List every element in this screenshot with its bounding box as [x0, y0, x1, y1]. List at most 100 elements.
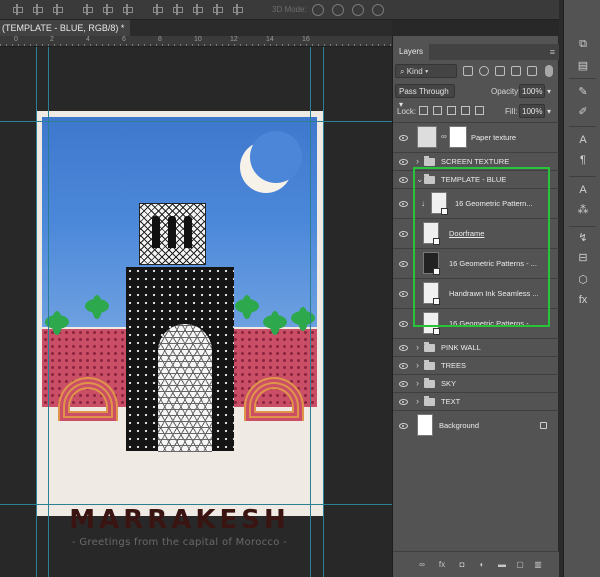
distribute-icon[interactable] [172, 4, 183, 15]
layer-row[interactable]: › TREES [393, 356, 559, 374]
visibility-eye-icon[interactable] [399, 320, 408, 327]
opacity-dropdown-icon[interactable]: ▾ [547, 87, 551, 96]
layer-row[interactable]: › PINK WALL [393, 338, 559, 356]
align-icon[interactable] [102, 4, 113, 15]
brush-icon[interactable]: ✎ [577, 86, 589, 98]
filter-toggle[interactable] [545, 65, 553, 77]
lock-position-icon[interactable] [447, 106, 456, 115]
visibility-eye-icon[interactable] [399, 380, 408, 387]
document-tab[interactable]: (TEMPLATE - BLUE, RGB/8) * [0, 20, 131, 36]
3d-icon[interactable]: ⬡ [577, 274, 589, 286]
filter-row: ⌕ Kind ▾ [395, 64, 557, 80]
guide-line[interactable] [36, 47, 37, 577]
properties-icon[interactable]: ⊟ [577, 252, 589, 264]
visibility-eye-icon[interactable] [399, 422, 408, 429]
3d-roll-icon[interactable] [332, 4, 344, 16]
distribute-icon[interactable] [152, 4, 163, 15]
history-icon[interactable]: ⧉ [577, 38, 589, 50]
filter-type-icon[interactable] [495, 66, 505, 76]
filter-smart-object-icon[interactable] [527, 66, 537, 76]
temple-window [184, 216, 192, 248]
layer-row[interactable]: ∞ Paper texture [393, 122, 559, 152]
fill-dropdown-icon[interactable]: ▾ [547, 107, 551, 116]
glyphs-icon[interactable]: ↯ [577, 232, 589, 244]
visibility-eye-icon[interactable] [399, 200, 408, 207]
filter-adjustment-icon[interactable] [479, 66, 489, 76]
layers-panel-footer: ∞ fx ◘ ◐ ▬ ▢ ▥ [393, 551, 559, 577]
guide-line[interactable] [0, 121, 392, 122]
guide-line[interactable] [48, 47, 49, 577]
fill-field[interactable]: 100% [519, 104, 545, 118]
chevron-right-icon[interactable]: › [416, 360, 419, 370]
lock-artboard-icon[interactable] [461, 106, 470, 115]
blend-mode-select[interactable]: Pass Through ▾ [395, 84, 455, 109]
link-icon[interactable]: ∞ [417, 560, 427, 569]
3d-slide-icon[interactable] [372, 4, 384, 16]
fx-icon[interactable]: fx [437, 560, 447, 569]
canvas-area[interactable]: MARRAKESH - Greetings from the capital o… [0, 47, 392, 577]
lock-all-icon[interactable] [475, 106, 484, 115]
chevron-right-icon[interactable]: › [416, 378, 419, 388]
layer-row[interactable]: › TEXT [393, 392, 559, 410]
opacity-field[interactable]: 100% [519, 84, 545, 98]
mask-link-icon[interactable]: ∞ [441, 132, 447, 141]
align-icon[interactable] [122, 4, 133, 15]
tab-layers[interactable]: Layers [393, 44, 430, 60]
adjustment-icon[interactable]: ◐ [477, 560, 487, 569]
visibility-eye-icon[interactable] [399, 362, 408, 369]
divider [569, 78, 596, 79]
visibility-eye-icon[interactable] [399, 344, 408, 351]
swatches-icon[interactable]: ▤ [577, 60, 589, 72]
filter-shape-icon[interactable] [511, 66, 521, 76]
ruler-mark: 2 [50, 36, 54, 43]
opacity-label: Opacity: [491, 87, 521, 96]
poster-subtitle: - Greetings from the capital of Morocco … [71, 537, 288, 548]
3d-drag-icon[interactable] [352, 4, 364, 16]
new-group-icon[interactable]: ▬ [497, 560, 507, 569]
distribute-icon[interactable] [232, 4, 243, 15]
top-ruler[interactable]: 0 2 4 6 8 10 12 14 16 [0, 36, 392, 47]
visibility-eye-icon[interactable] [399, 260, 408, 267]
visibility-eye-icon[interactable] [399, 158, 408, 165]
layer-name: TREES [441, 360, 467, 370]
filter-kind-select[interactable]: ⌕ Kind ▾ [395, 64, 457, 78]
visibility-eye-icon[interactable] [399, 230, 408, 237]
layer-row[interactable]: Background [393, 410, 559, 440]
filter-pixel-icon[interactable] [463, 66, 473, 76]
paragraph-icon[interactable]: ¶ [577, 154, 589, 166]
lock-transparency-icon[interactable] [419, 106, 428, 115]
visibility-eye-icon[interactable] [399, 398, 408, 405]
blend-mode-value: Pass Through [399, 87, 449, 96]
guide-line[interactable] [0, 504, 392, 505]
distribute-icon[interactable] [192, 4, 203, 15]
chevron-right-icon[interactable]: › [416, 342, 419, 352]
guide-line[interactable] [323, 47, 324, 577]
chevron-right-icon[interactable]: › [416, 156, 419, 166]
3d-rotate-icon[interactable] [312, 4, 324, 16]
visibility-eye-icon[interactable] [399, 176, 408, 183]
brush-settings-icon[interactable]: ✐ [577, 106, 589, 118]
document-tab-bar: (TEMPLATE - BLUE, RGB/8) * [0, 20, 392, 36]
lock-pixels-icon[interactable] [433, 106, 442, 115]
align-icon[interactable] [32, 4, 43, 15]
character-styles-icon[interactable]: A [577, 184, 589, 196]
styles-icon[interactable]: fx [577, 294, 589, 306]
trash-icon[interactable]: ▥ [533, 560, 543, 569]
panel-menu-icon[interactable]: ≡ [550, 47, 555, 57]
ruler-mark: 0 [14, 36, 18, 43]
mask-icon[interactable]: ◘ [457, 560, 467, 569]
blend-row: Pass Through ▾ Opacity: 100% ▾ [395, 84, 557, 109]
align-icon[interactable] [82, 4, 93, 15]
chevron-right-icon[interactable]: › [416, 396, 419, 406]
visibility-eye-icon[interactable] [399, 290, 408, 297]
layer-row[interactable]: › SKY [393, 374, 559, 392]
align-icon[interactable] [52, 4, 63, 15]
new-layer-icon[interactable]: ▢ [515, 560, 525, 569]
paragraph-styles-icon[interactable]: ⁂ [577, 204, 589, 216]
layer-name: PINK WALL [441, 342, 481, 352]
visibility-eye-icon[interactable] [399, 134, 408, 141]
distribute-icon[interactable] [212, 4, 223, 15]
character-icon[interactable]: A [577, 134, 589, 146]
align-icon[interactable] [12, 4, 23, 15]
guide-line[interactable] [310, 47, 311, 577]
